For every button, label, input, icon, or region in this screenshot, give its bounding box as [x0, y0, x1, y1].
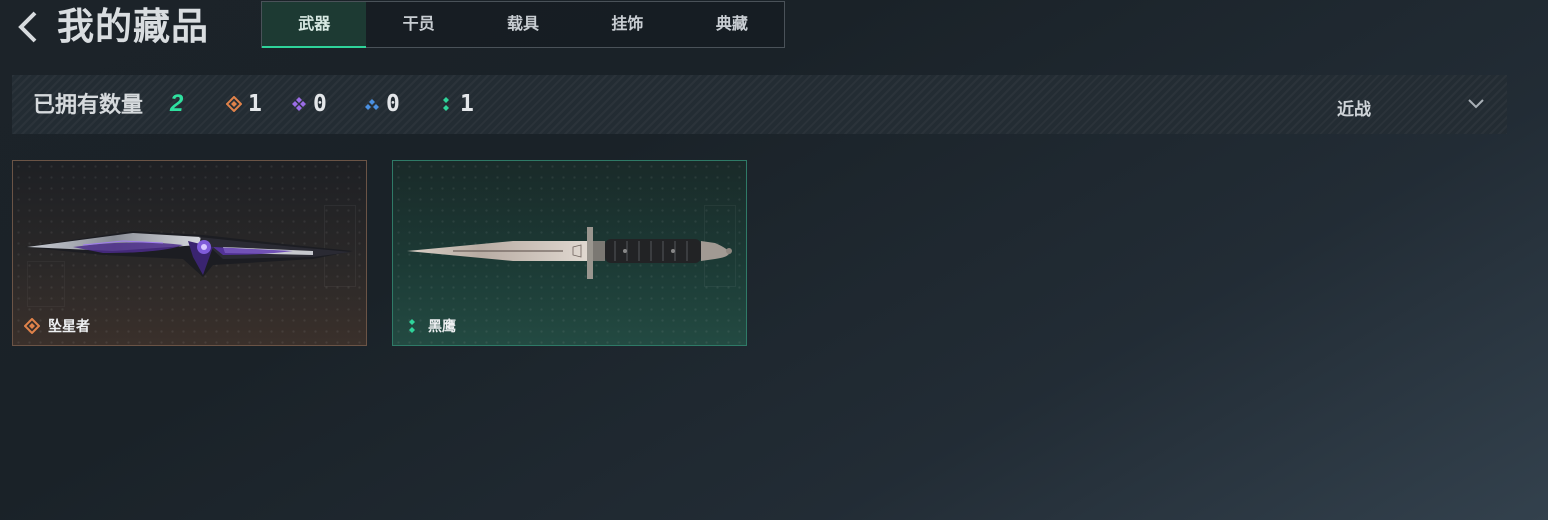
owned-count-value: 2 — [170, 90, 184, 117]
tab-vehicles[interactable]: 载具 — [471, 2, 575, 47]
owned-count-label: 已拥有数量 — [33, 92, 144, 117]
chevron-down-icon — [1468, 99, 1484, 109]
orange-diamond-icon — [226, 96, 242, 112]
weapon-card[interactable]: 坠星者 — [12, 160, 367, 346]
category-filter-dropdown[interactable]: 近战 — [1337, 93, 1497, 119]
card-label: 黑鹰 — [404, 316, 456, 336]
green-diamond-icon — [409, 319, 415, 333]
rarity-count-value: 1 — [248, 91, 262, 117]
card-name: 坠星者 — [48, 318, 90, 334]
rarity-count-green: 1 — [438, 90, 474, 118]
rarity-count-orange: 1 — [226, 90, 262, 118]
rarity-count-purple: 0 — [291, 90, 327, 118]
blue-diamond-icon — [365, 99, 379, 110]
card-label: 坠星者 — [24, 316, 90, 336]
tab-charms[interactable]: 挂饰 — [575, 2, 679, 47]
weapon-card[interactable]: 黑鹰 — [392, 160, 747, 346]
page-title: 我的藏品 — [57, 6, 209, 47]
category-tabs: 武器 干员 载具 挂饰 典藏 — [261, 1, 785, 48]
rarity-count-value: 0 — [313, 91, 327, 117]
tab-weapons[interactable]: 武器 — [262, 2, 367, 48]
rarity-count-value: 0 — [386, 91, 400, 117]
stats-bar: 已拥有数量 2 1 0 0 1 近战 — [12, 75, 1507, 134]
filter-selected-value: 近战 — [1337, 100, 1371, 119]
green-diamond-icon — [443, 97, 449, 111]
rarity-count-blue: 0 — [364, 90, 400, 118]
chevron-left-icon — [18, 11, 37, 43]
rarity-count-value: 1 — [460, 91, 474, 117]
card-name: 黑鹰 — [428, 318, 456, 334]
tab-collection[interactable]: 典藏 — [680, 2, 784, 47]
purple-diamond-icon — [292, 97, 306, 111]
back-button[interactable] — [14, 8, 44, 46]
orange-diamond-icon — [24, 318, 40, 334]
tab-operators[interactable]: 干员 — [366, 2, 470, 47]
